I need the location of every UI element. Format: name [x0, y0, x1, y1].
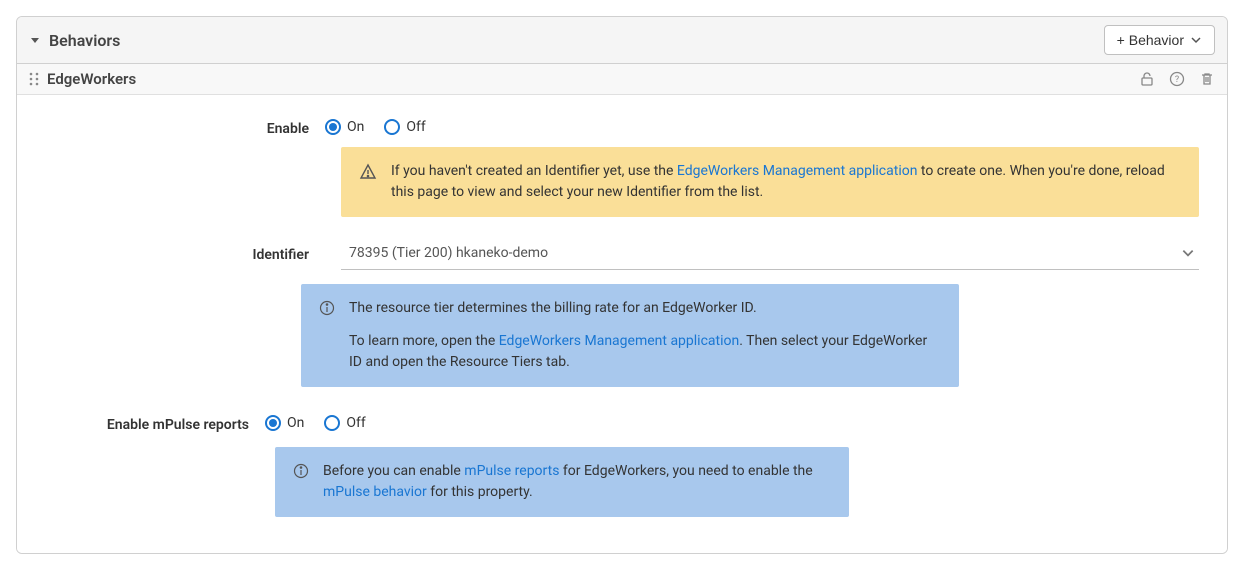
mpulse-off-radio[interactable]: Off — [324, 415, 365, 431]
warning-text: If you haven't created an Identifier yet… — [391, 161, 1181, 203]
warning-pre: If you haven't created an Identifier yet… — [391, 163, 677, 179]
tier-info-alert: The resource tier determines the billing… — [301, 284, 959, 387]
add-behavior-button[interactable]: + Behavior — [1104, 25, 1215, 55]
radio-icon — [265, 415, 281, 431]
chevron-down-icon — [1190, 34, 1202, 46]
drag-handle-icon[interactable] — [29, 72, 39, 86]
identifier-select[interactable]: 78395 (Tier 200) hkaneko-demo — [341, 237, 1199, 270]
mpulse-behavior-link[interactable]: mPulse behavior — [323, 484, 427, 500]
tier-info-line1: The resource tier determines the billing… — [349, 298, 941, 319]
enable-off-radio[interactable]: Off — [384, 119, 425, 135]
tier-info-text: The resource tier determines the billing… — [349, 298, 941, 373]
radio-icon — [324, 415, 340, 431]
enable-on-radio[interactable]: On — [325, 119, 364, 135]
lock-icon[interactable] — [1139, 71, 1155, 87]
mpulse-label: Enable mPulse reports — [16, 415, 265, 433]
edgeworkers-mgmt-link-2[interactable]: EdgeWorkers Management application — [499, 333, 740, 349]
radio-label-on: On — [347, 119, 364, 135]
mpulse-info-text: Before you can enable mPulse reports for… — [323, 461, 831, 503]
radio-icon — [384, 119, 400, 135]
svg-text:?: ? — [1175, 75, 1179, 85]
behavior-subheader: EdgeWorkers ? — [17, 64, 1227, 95]
mpulse-on-radio[interactable]: On — [265, 415, 304, 431]
info-icon — [293, 461, 309, 479]
radio-label-off: Off — [346, 415, 365, 431]
enable-label: Enable — [45, 119, 325, 137]
behavior-content: Enable On Off If you haven't creat — [17, 95, 1227, 553]
behavior-title: EdgeWorkers — [47, 70, 136, 88]
identifier-label: Identifier — [45, 245, 325, 263]
add-behavior-label: + Behavior — [1117, 32, 1184, 48]
radio-label-off: Off — [406, 119, 425, 135]
warning-icon — [359, 161, 377, 181]
identifier-warning-alert: If you haven't created an Identifier yet… — [341, 147, 1199, 217]
tier-info-pre: To learn more, open the — [349, 333, 499, 349]
radio-label-on: On — [287, 415, 304, 431]
mpulse-radio-group: On Off — [265, 415, 1199, 431]
mpulse-pre: Before you can enable — [323, 463, 464, 479]
mpulse-reports-link[interactable]: mPulse reports — [464, 463, 559, 479]
panel-header: Behaviors + Behavior — [17, 17, 1227, 64]
radio-icon — [325, 119, 341, 135]
edgeworkers-mgmt-link[interactable]: EdgeWorkers Management application — [677, 163, 918, 179]
mpulse-info-alert: Before you can enable mPulse reports for… — [275, 447, 849, 517]
panel-header-left: Behaviors — [29, 31, 120, 50]
chevron-down-icon — [1181, 246, 1195, 260]
enable-radio-group: On Off — [325, 119, 1199, 135]
mpulse-row: Enable mPulse reports On Off — [16, 415, 1199, 433]
subheader-actions: ? — [1139, 71, 1215, 87]
help-icon[interactable]: ? — [1169, 71, 1185, 87]
identifier-value: 78395 (Tier 200) hkaneko-demo — [349, 245, 548, 261]
behaviors-panel: Behaviors + Behavior EdgeWorkers — [16, 16, 1228, 554]
enable-row: Enable On Off — [45, 119, 1199, 137]
collapse-icon[interactable] — [29, 34, 41, 46]
info-icon — [319, 298, 335, 316]
delete-icon[interactable] — [1199, 71, 1215, 87]
panel-title: Behaviors — [49, 31, 120, 50]
mpulse-post: for this property. — [427, 484, 533, 500]
mpulse-mid: for EdgeWorkers, you need to enable the — [559, 463, 812, 479]
subheader-left: EdgeWorkers — [29, 70, 136, 88]
